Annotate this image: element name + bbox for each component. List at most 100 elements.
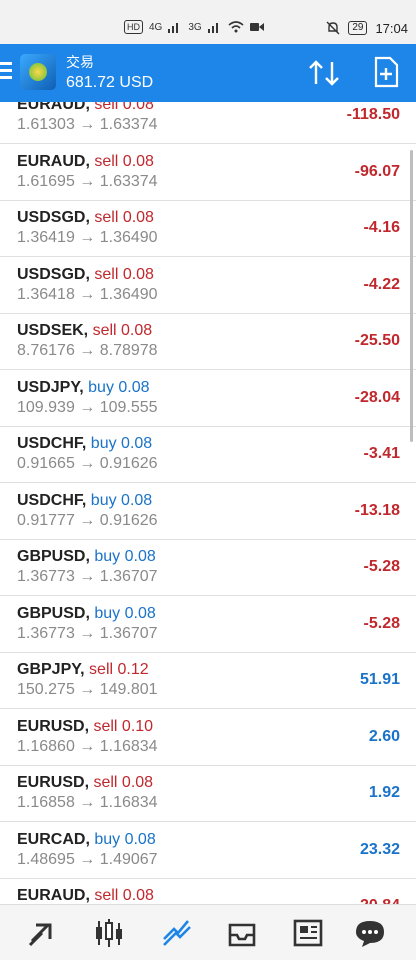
trade-prices: 109.939 → 109.555: [17, 398, 158, 416]
trade-side: buy 0.08: [90, 491, 153, 509]
symbol-label: USDSGD,: [17, 265, 90, 283]
trade-symbol: EURAUD, sell 0.08: [17, 102, 154, 114]
mute-icon: [326, 21, 340, 35]
trade-symbol: EURCAD, buy 0.08: [17, 831, 156, 849]
trade-row[interactable]: USDSEK, sell 0.08 8.76176 → 8.78978 -25.50: [0, 314, 416, 370]
sort-icon[interactable]: [306, 58, 342, 88]
scrollbar[interactable]: [410, 150, 413, 442]
trade-symbol: USDSGD, sell 0.08: [17, 266, 154, 284]
trade-symbol: USDJPY, buy 0.08: [17, 379, 150, 397]
trade-side: sell 0.08: [93, 774, 154, 791]
trade-symbol: USDSEK, sell 0.08: [17, 322, 152, 340]
symbol-label: EURUSD,: [17, 717, 90, 735]
video-icon: [249, 23, 264, 31]
trade-row[interactable]: EURAUD, sell 0.08 -20.84: [0, 879, 416, 904]
trade-row[interactable]: USDCHF, buy 0.08 0.91777 → 0.91626 -13.18: [0, 484, 416, 540]
trade-row[interactable]: GBPUSD, buy 0.08 1.36773 → 1.36707 -5.28: [0, 540, 416, 596]
trade-symbol: EURUSD, sell 0.08: [17, 774, 153, 792]
trade-side: sell 0.12: [89, 661, 149, 678]
hd-icon: HD: [124, 20, 143, 34]
symbol-label: GBPJPY,: [17, 661, 85, 678]
trade-prices: 1.61303 → 1.63374: [17, 116, 158, 133]
trade-profit: 51.91: [359, 671, 400, 688]
symbol-label: GBPUSD,: [17, 604, 90, 622]
quotes-icon[interactable]: [26, 917, 58, 949]
trade-row[interactable]: EURAUD, sell 0.08 1.61695 → 1.63374 -96.07: [0, 145, 416, 201]
symbol-label: GBPUSD,: [17, 548, 90, 565]
symbol-label: USDCHF,: [17, 491, 87, 509]
trade-profit: -25.50: [354, 332, 400, 349]
trade-symbol: EURUSD, sell 0.10: [17, 718, 153, 736]
trade-side: buy 0.08: [88, 378, 150, 396]
symbol-label: EURAUD,: [17, 152, 90, 170]
trade-profit: -4.22: [363, 275, 400, 293]
trade-prices: 1.36773 → 1.36707: [17, 568, 158, 585]
trade-side: buy 0.08: [94, 548, 156, 565]
new-order-icon[interactable]: [370, 56, 402, 88]
trade-symbol: USDSGD, sell 0.08: [17, 209, 154, 227]
trade-profit: -118.50: [346, 106, 400, 123]
trade-symbol: EURAUD, sell 0.08: [17, 887, 154, 904]
symbol-label: USDSGD,: [17, 209, 90, 226]
history-icon[interactable]: [226, 917, 258, 949]
chart-candles-icon[interactable]: [93, 917, 125, 949]
trade-profit: 2.60: [368, 727, 400, 745]
trade-row[interactable]: EURUSD, sell 0.08 1.16858 → 1.16834 1.92: [0, 766, 416, 822]
trade-profit: -13.18: [354, 501, 400, 519]
trade-side: sell 0.08: [94, 209, 154, 226]
trade-prices: 1.61695 → 1.63374: [17, 172, 158, 190]
trade-profit: -5.28: [363, 558, 400, 575]
trade-side: buy 0.08: [94, 830, 156, 848]
trade-profit: 23.32: [359, 840, 400, 858]
trade-prices: 1.36418 → 1.36490: [17, 285, 158, 303]
trade-prices: 1.16858 → 1.16834: [17, 794, 158, 811]
menu-icon[interactable]: [0, 62, 12, 80]
trade-prices: 0.91665 → 0.91626: [17, 455, 158, 472]
trade-side: sell 0.10: [93, 717, 154, 735]
trade-profit: 1.92: [368, 784, 400, 801]
trade-row[interactable]: USDCHF, buy 0.08 0.91665 → 0.91626 -3.41: [0, 427, 416, 483]
trade-profit: -4.16: [363, 219, 400, 236]
trade-side: sell 0.08: [94, 152, 154, 170]
chat-icon[interactable]: [354, 917, 386, 949]
trade-row[interactable]: USDJPY, buy 0.08 109.939 → 109.555 -28.04: [0, 371, 416, 427]
trade-symbol: USDCHF, buy 0.08: [17, 435, 152, 453]
trade-icon[interactable]: [160, 917, 192, 949]
news-icon[interactable]: [292, 917, 324, 949]
page-title: 交易: [66, 54, 94, 70]
status-right: 29 17:04: [326, 21, 408, 36]
clock: 17:04: [375, 20, 408, 36]
app-logo: [20, 54, 56, 90]
trade-prices: 1.16860 → 1.16834: [17, 737, 158, 755]
trade-row[interactable]: GBPJPY, sell 0.12 150.275 → 149.801 51.91: [0, 653, 416, 709]
trade-side: sell 0.08: [94, 887, 154, 904]
trade-row[interactable]: USDSGD, sell 0.08 1.36419 → 1.36490 -4.16: [0, 201, 416, 257]
trade-row[interactable]: EURAUD, sell 0.08 1.61303 → 1.63374 -118.5…: [0, 102, 416, 144]
trade-row[interactable]: GBPUSD, buy 0.08 1.36773 → 1.36707 -5.28: [0, 597, 416, 653]
symbol-label: EURAUD,: [17, 102, 90, 113]
status-left: HD 4G 3G: [124, 20, 264, 34]
trade-profit: -96.07: [354, 162, 400, 180]
trade-row[interactable]: USDSGD, sell 0.08 1.36418 → 1.36490 -4.22: [0, 258, 416, 314]
trade-symbol: USDCHF, buy 0.08: [17, 492, 152, 510]
trade-side: sell 0.08: [94, 265, 154, 283]
trade-row[interactable]: EURCAD, buy 0.08 1.48695 → 1.49067 23.32: [0, 823, 416, 879]
app-header: 交易 681.72 USD: [0, 44, 416, 102]
symbol-label: USDSEK,: [17, 322, 89, 339]
signal-bars-icon: [207, 23, 218, 33]
trade-profit: -3.41: [363, 445, 400, 462]
signal-4g-icon: 4G: [149, 21, 163, 33]
symbol-label: USDJPY,: [17, 378, 84, 396]
trades-list[interactable]: EURAUD, sell 0.08 1.61303 → 1.63374 -118.5…: [0, 102, 416, 904]
trade-symbol: GBPJPY, sell 0.12: [17, 661, 149, 679]
trade-side: buy 0.08: [90, 435, 153, 452]
trade-row[interactable]: EURUSD, sell 0.10 1.16860 → 1.16834 2.60: [0, 710, 416, 766]
signal-bars-icon: [168, 23, 179, 33]
trade-profit: -28.04: [354, 388, 400, 406]
trade-side: buy 0.08: [94, 604, 156, 622]
symbol-label: EURCAD,: [17, 830, 90, 848]
trade-side: sell 0.08: [94, 102, 154, 113]
trade-symbol: EURAUD, sell 0.08: [17, 153, 154, 171]
account-balance: 681.72 USD: [66, 74, 154, 91]
bottom-nav: [0, 904, 416, 960]
